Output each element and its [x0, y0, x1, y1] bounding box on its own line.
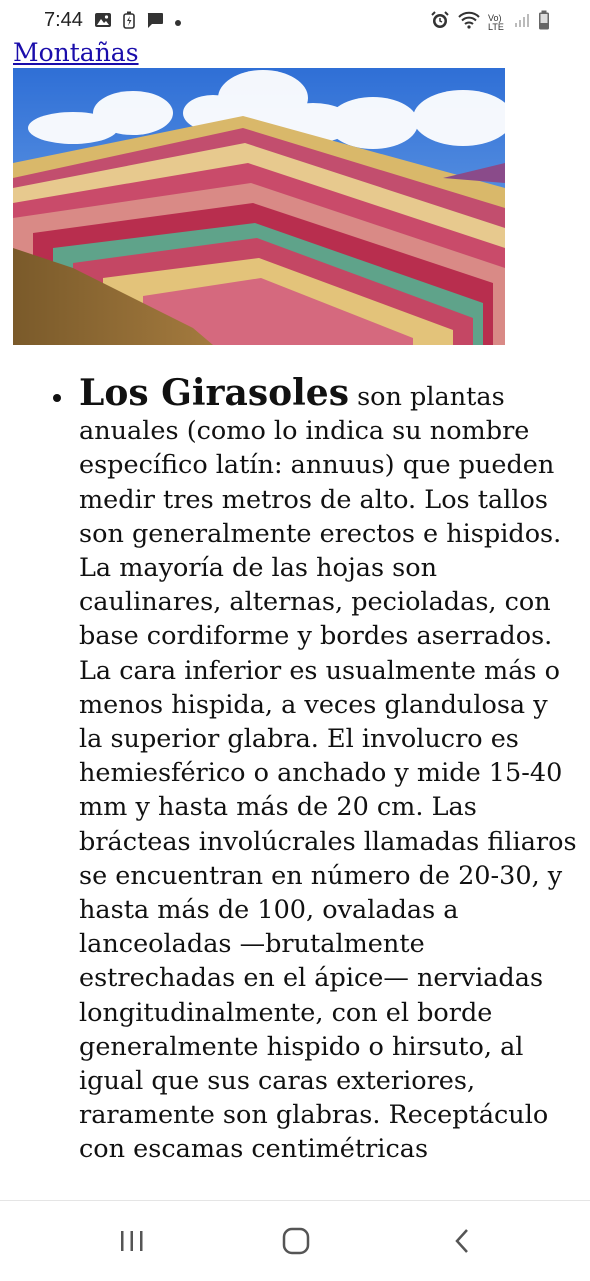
home-button[interactable] [266, 1221, 326, 1261]
list-item-text: son plantas anuales (como lo indica su n… [79, 382, 577, 1165]
recents-button[interactable] [102, 1221, 162, 1261]
system-icons: Vo) LTE [430, 10, 550, 35]
signal-icon [514, 12, 530, 33]
alarm-icon [430, 10, 450, 35]
dot-icon [174, 14, 182, 32]
list-item-title: Los Girasoles [79, 372, 349, 414]
message-icon [146, 12, 164, 34]
status-bar: 7:44 Vo) LTE [0, 0, 590, 40]
list-item-paragraph: Los Girasoles son plantas anuales (como … [79, 375, 579, 1167]
rainbow-mountain-image [13, 68, 505, 345]
notification-icons [94, 11, 182, 34]
battery-saver-icon [122, 11, 136, 34]
recents-icon [121, 1231, 143, 1251]
montanas-link[interactable]: Montañas [13, 38, 139, 67]
back-button[interactable] [432, 1221, 492, 1261]
web-content: Montañas Los Girasoles son plantas anual… [0, 38, 590, 1198]
wifi-icon [458, 11, 480, 34]
volte-icon: Vo) LTE [488, 12, 504, 32]
battery-icon [538, 10, 550, 35]
navigation-bar [0, 1200, 590, 1281]
status-time: 7:44 [44, 9, 83, 31]
back-icon [455, 1229, 468, 1253]
image-icon [94, 12, 112, 33]
bullet-icon [53, 394, 61, 402]
home-icon [282, 1227, 310, 1255]
